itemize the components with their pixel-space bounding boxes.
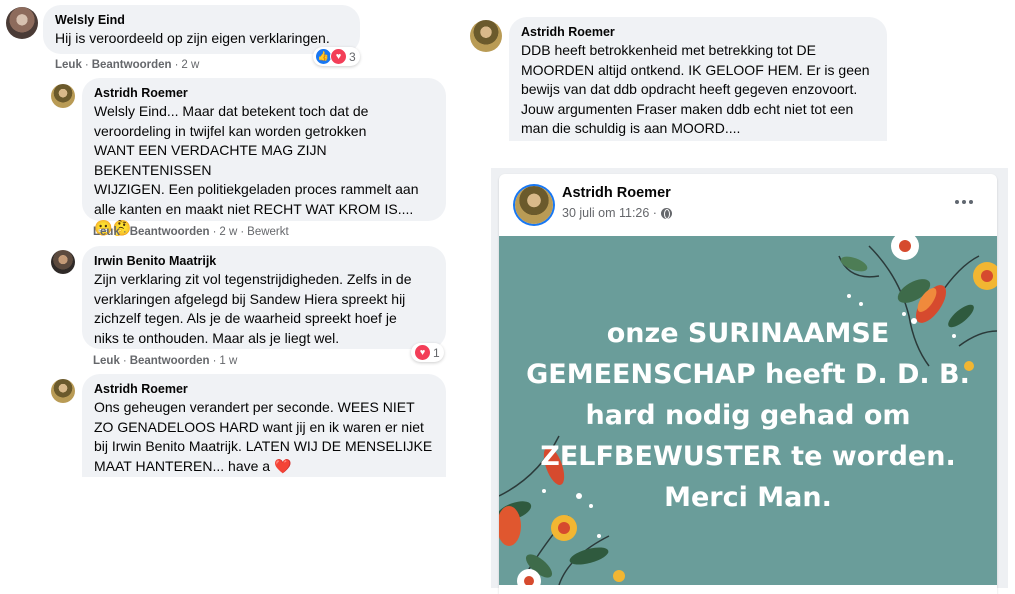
comment-text: bij Irwin Benito Maatrijk. LATEN WIJ DE … — [94, 438, 433, 454]
like-link[interactable]: Leuk — [55, 59, 82, 71]
caption-line: onze SURINAAMSE — [606, 318, 890, 349]
like-reaction-icon: 👍 — [316, 49, 331, 64]
comment-time[interactable]: 2 w — [181, 59, 199, 71]
caption-line: hard nodig gehad om — [585, 400, 911, 431]
love-reaction-icon: ♥ — [330, 48, 347, 65]
comment-text: MOORDEN altijd ontkend. IK GELOOF HEM. E… — [521, 61, 870, 78]
avatar[interactable] — [51, 250, 75, 274]
love-reaction-icon: ♥ — [414, 344, 431, 361]
reaction-summary[interactable]: 👍 ♥ 3 — [313, 47, 360, 66]
caption-line: Merci Man. — [664, 482, 832, 513]
comment-text: MAAT HANTEREN... have a ❤️ — [94, 457, 292, 474]
comment-text: Ons geheugen verandert per seconde. WEES… — [94, 399, 415, 415]
comment-text: verklaringen afgelegd bij Sandew Hiera s… — [94, 290, 406, 307]
more-options-icon[interactable] — [948, 188, 980, 216]
comment-text: Hij is veroordeeld op zijn eigen verklar… — [55, 30, 330, 46]
avatar[interactable] — [51, 84, 75, 108]
comment-bubble: Welsly Eind Hij is veroordeeld op zijn e… — [43, 5, 360, 54]
comment-bubble: Irwin Benito Maatrijk Zijn verklaring zi… — [82, 246, 446, 349]
comment-actions: Leuk · Beantwoorden · 2 w · Bewerkt — [93, 226, 289, 238]
comment-author[interactable]: Astridh Roemer — [94, 86, 434, 100]
comment-text: bewijs van dat ddb opdracht heeft gegeve… — [521, 81, 858, 97]
comment-text: zichzelf tegen. Als je de waarheid spree… — [94, 310, 397, 326]
avatar[interactable] — [470, 20, 502, 52]
avatar[interactable] — [51, 379, 75, 403]
comment-author[interactable]: Astridh Roemer — [94, 382, 434, 396]
comment-text: Jouw argumenten Fraser maken ddb echt ni… — [521, 100, 854, 117]
comment-author[interactable]: Astridh Roemer — [521, 25, 875, 39]
comment-text: man die schuldig is aan MOORD.... — [521, 120, 741, 136]
reply-link[interactable]: Beantwoorden — [130, 226, 210, 238]
edited-label: Bewerkt — [247, 226, 289, 238]
comment-text: Zijn verklaring zit vol tegenstrijdighed… — [94, 271, 412, 287]
globe-icon — [660, 207, 672, 219]
caption-line: ZELFBEWUSTER te worden. — [540, 441, 956, 472]
comment-text: veroordeling in twijfel kan worden getro… — [94, 122, 367, 139]
reply-link[interactable]: Beantwoorden — [130, 355, 210, 367]
comment-actions: Leuk · Beantwoorden · 1 w — [93, 355, 238, 367]
comment-text: Welsly Eind... Maar dat betekent toch da… — [94, 103, 369, 119]
like-link[interactable]: Leuk — [93, 226, 120, 238]
comment-text: niks te onthouden. Maar als je liegt wel… — [94, 329, 340, 346]
avatar[interactable] — [6, 7, 38, 39]
comment-bubble: Astridh Roemer DDB heeft betrokkenheid m… — [509, 17, 887, 141]
comment-author[interactable]: Welsly Eind — [55, 13, 348, 27]
post-image-caption: onze SURINAAMSE GEMEENSCHAP heeft D. D. … — [499, 313, 997, 518]
comment-text: WANT EEN VERDACHTE MAG ZIJN BEKENTENISSE… — [94, 142, 327, 178]
reaction-count: 3 — [349, 49, 356, 64]
comment-author[interactable]: Irwin Benito Maatrijk — [94, 254, 434, 268]
reaction-count: 1 — [433, 345, 440, 360]
post-timestamp[interactable]: 30 juli om 11:26 · — [562, 206, 672, 220]
reply-link[interactable]: Beantwoorden — [92, 59, 172, 71]
comment-actions: Leuk · Beantwoorden · 2 w — [55, 59, 200, 71]
comment-text: ZO GENADELOOS HARD want jij en ik waren … — [94, 418, 424, 435]
comment-text: WIJZIGEN. Een politiekgeladen proces ram… — [94, 181, 419, 197]
post-author-name[interactable]: Astridh Roemer — [562, 185, 671, 201]
caption-line: GEMEENSCHAP heeft D. D. B. — [526, 359, 970, 390]
post-date-text[interactable]: 30 juli om 11:26 · — [562, 206, 657, 220]
comment-bubble: Astridh Roemer Ons geheugen verandert pe… — [82, 374, 446, 477]
reaction-summary[interactable]: ♥ 1 — [411, 343, 444, 362]
comment-bubble: Astridh Roemer Welsly Eind... Maar dat b… — [82, 78, 446, 237]
comment-text: DDB heeft betrokkenheid met betrekking t… — [521, 42, 816, 58]
comment-time[interactable]: 2 w — [219, 226, 237, 238]
post-author-avatar[interactable] — [515, 186, 553, 224]
like-link[interactable]: Leuk — [93, 355, 120, 367]
post-image[interactable]: onze SURINAAMSE GEMEENSCHAP heeft D. D. … — [499, 236, 997, 585]
comment-text: alle kanten en maakt niet RECHT WAT KROM… — [94, 200, 414, 217]
comment-time[interactable]: 1 w — [219, 355, 237, 367]
